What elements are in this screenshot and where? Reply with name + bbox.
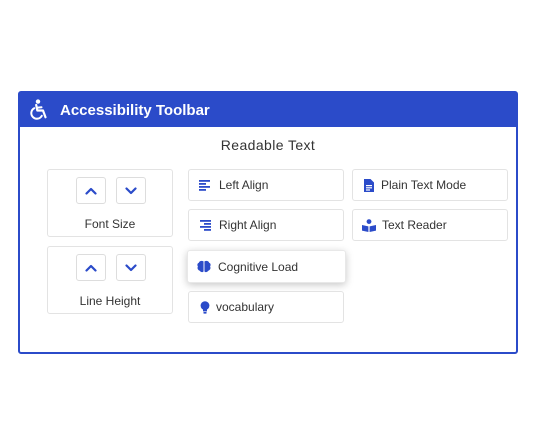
- cognitive-load-button[interactable]: Cognitive Load: [187, 250, 346, 283]
- left-align-label: Left Align: [219, 178, 269, 192]
- plain-text-mode-button[interactable]: Plain Text Mode: [352, 169, 508, 201]
- document-icon: [362, 178, 376, 192]
- align-right-icon: [198, 218, 212, 232]
- align-left-icon: [198, 178, 212, 192]
- lightbulb-icon: [198, 300, 212, 314]
- toolbar-title: Accessibility Toolbar: [60, 101, 210, 119]
- right-align-button[interactable]: Right Align: [188, 209, 344, 241]
- chevron-down-icon: [125, 263, 137, 271]
- chevron-down-icon: [125, 186, 137, 194]
- wheelchair-icon: [28, 99, 50, 121]
- font-size-label: Font Size: [84, 217, 136, 231]
- brain-icon: [197, 260, 211, 274]
- chevron-up-icon: [85, 264, 97, 272]
- line-height-label: Line Height: [79, 294, 141, 308]
- line-height-increase-button[interactable]: [76, 254, 106, 281]
- text-reader-button[interactable]: Text Reader: [352, 209, 508, 241]
- plain-text-mode-label: Plain Text Mode: [381, 178, 467, 192]
- section-title: Readable Text: [220, 137, 316, 153]
- cognitive-load-label: Cognitive Load: [218, 259, 299, 274]
- chevron-up-icon: [85, 187, 97, 195]
- font-size-increase-button[interactable]: [76, 177, 106, 204]
- toolbar-header: Accessibility Toolbar: [20, 93, 516, 127]
- reader-icon: [362, 218, 376, 232]
- text-reader-label: Text Reader: [382, 218, 447, 232]
- line-height-control: Line Height: [47, 246, 173, 314]
- right-align-label: Right Align: [219, 218, 277, 232]
- vocabulary-button[interactable]: vocabulary: [188, 291, 344, 323]
- line-height-decrease-button[interactable]: [116, 254, 146, 281]
- left-align-button[interactable]: Left Align: [188, 169, 344, 201]
- vocabulary-label: vocabulary: [216, 300, 275, 314]
- font-size-control: Font Size: [47, 169, 173, 237]
- font-size-decrease-button[interactable]: [116, 177, 146, 204]
- accessibility-toolbar-panel: Accessibility Toolbar Readable Text Font…: [18, 91, 518, 354]
